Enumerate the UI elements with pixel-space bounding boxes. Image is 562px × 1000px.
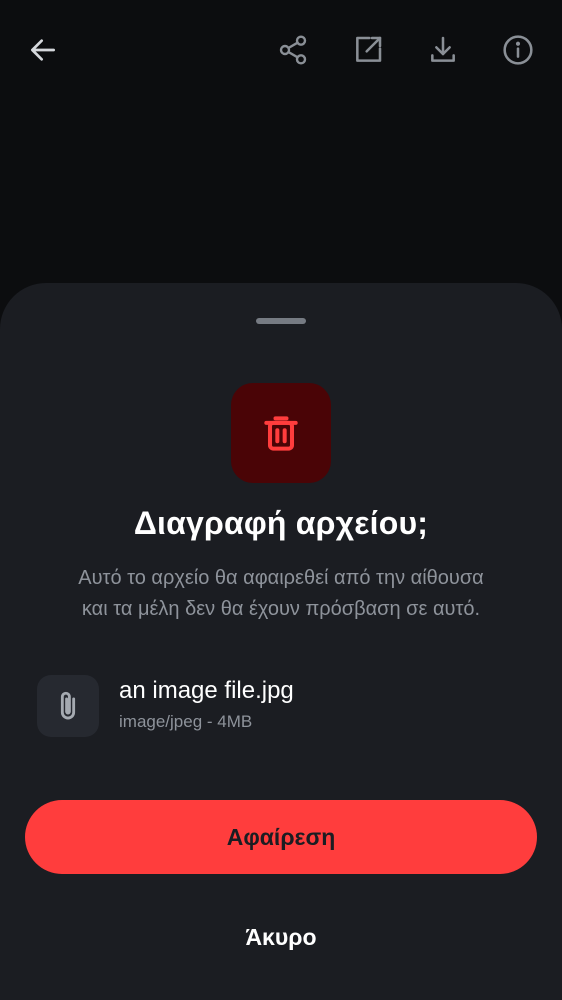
download-button[interactable] (421, 28, 465, 72)
file-name: an image file.jpg (119, 677, 294, 704)
description-line-1: Αυτό το αρχείο θα αφαιρεθεί από την αίθο… (78, 567, 484, 589)
bottom-sheet-dialog: Διαγραφή αρχείου; Αυτό το αρχείο θα αφαι… (0, 283, 562, 1000)
file-item: an image file.jpg image/jpeg - 4MB (37, 673, 532, 739)
dialog-title: Διαγραφή αρχείου; (133, 505, 429, 541)
top-app-bar (0, 0, 562, 100)
screen: Διαγραφή αρχείου; Αυτό το αρχείο θα αφαι… (0, 0, 562, 1000)
sheet-drag-handle[interactable] (256, 318, 306, 324)
file-icon-container (37, 675, 99, 737)
open-external-icon (356, 36, 382, 62)
open-external-button[interactable] (346, 28, 390, 72)
download-icon (431, 36, 455, 62)
cancel-button[interactable]: Άκυρο (25, 905, 537, 969)
share-icon (279, 35, 307, 65)
share-button[interactable] (271, 28, 315, 72)
back-button[interactable] (21, 28, 65, 72)
trash-icon (264, 416, 298, 451)
paperclip-icon (60, 691, 76, 720)
info-button[interactable] (496, 28, 540, 72)
file-meta: image/jpeg - 4MB (119, 712, 253, 731)
info-icon (503, 35, 533, 65)
description-line-2: και τα μέλη δεν θα έχουν πρόσβαση σε αυτ… (81, 598, 481, 620)
dialog-description: Αυτό το αρχείο θα αφαιρεθεί από την αίθο… (30, 563, 532, 625)
remove-button[interactable]: Αφαίρεση (25, 800, 537, 874)
arrow-back-icon (31, 39, 55, 61)
delete-badge (231, 383, 331, 483)
